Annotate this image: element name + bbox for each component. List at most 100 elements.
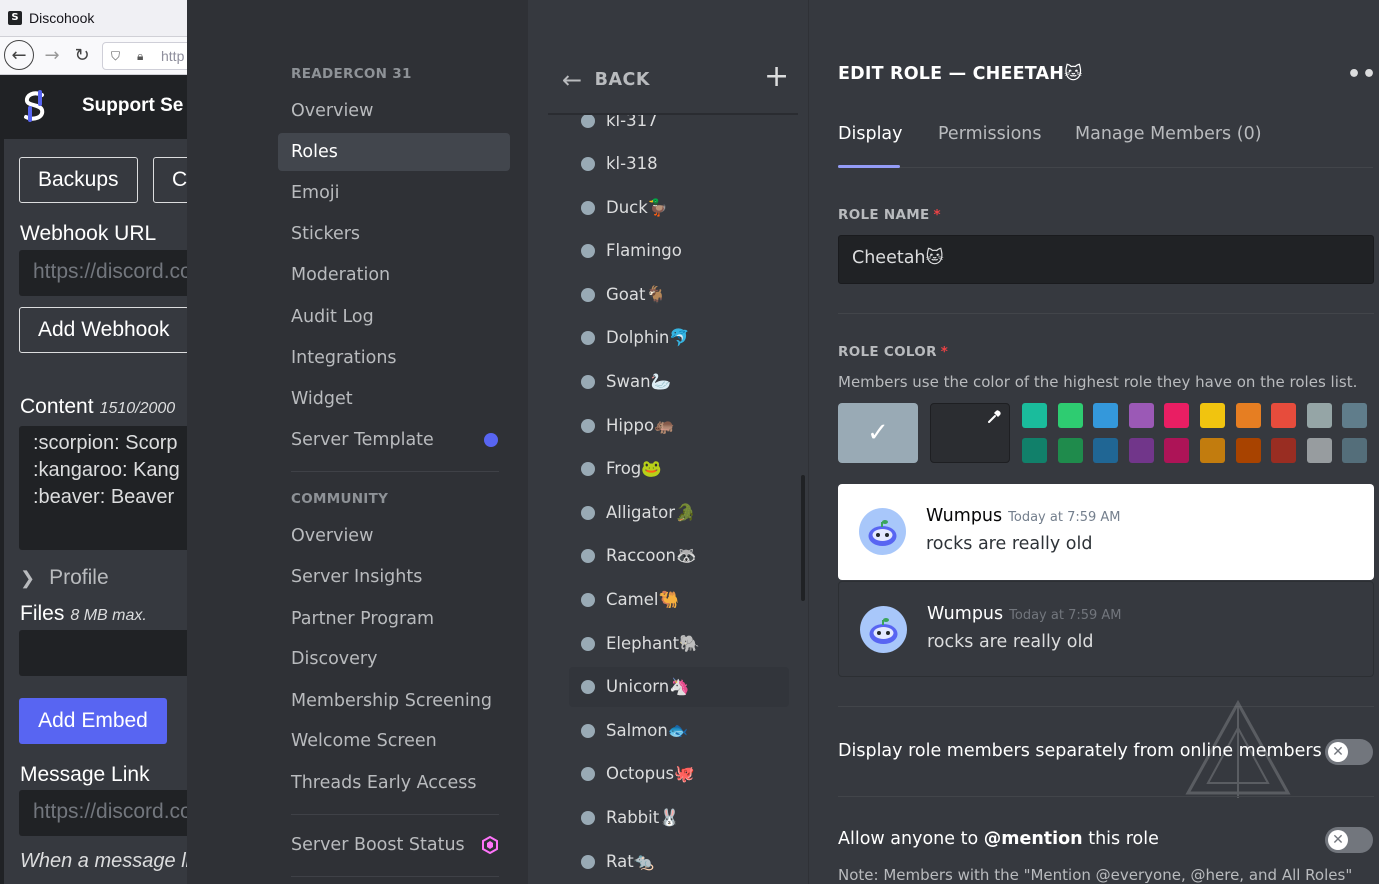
- sidebar-item-server-boost-status[interactable]: Server Boost Status: [278, 826, 510, 864]
- color-swatch[interactable]: [1271, 438, 1297, 463]
- role-color-dot: [581, 811, 595, 825]
- back-button[interactable]: ← BACK: [562, 66, 650, 94]
- hoist-setting-label: Display role members separately from onl…: [838, 741, 1322, 761]
- role-item[interactable]: Frog🐸: [569, 449, 789, 489]
- sidebar-item-discovery[interactable]: Discovery: [278, 640, 510, 678]
- color-swatch[interactable]: [1342, 438, 1368, 463]
- role-item[interactable]: Salmon🐟: [569, 711, 789, 751]
- role-name: Octopus🐙: [606, 764, 695, 784]
- color-swatch[interactable]: [1200, 438, 1225, 463]
- sidebar-item-server-insights[interactable]: Server Insights: [278, 558, 510, 596]
- role-item[interactable]: Camel🐫: [569, 580, 789, 620]
- custom-color-swatch[interactable]: [930, 403, 1010, 463]
- back-arrow-icon[interactable]: ←: [4, 40, 34, 70]
- sidebar-item-emoji[interactable]: Emoji: [278, 174, 510, 212]
- role-color-dot: [581, 549, 595, 564]
- role-item[interactable]: Goat🐐: [569, 275, 789, 315]
- sidebar-item-moderation[interactable]: Moderation: [278, 256, 510, 294]
- forward-arrow-icon[interactable]: →: [38, 41, 66, 69]
- back-arrow-icon: ←: [562, 66, 583, 94]
- role-item[interactable]: kl-318: [569, 144, 789, 184]
- role-item[interactable]: Octopus🐙: [569, 754, 789, 794]
- browser-tab-title[interactable]: Discohook: [29, 10, 94, 26]
- color-swatch[interactable]: [1306, 438, 1332, 463]
- role-item[interactable]: Flamingo: [569, 231, 789, 271]
- sidebar-item-audit-log[interactable]: Audit Log: [278, 298, 510, 336]
- tab-display[interactable]: Display: [838, 124, 903, 144]
- mention-suffix: this role: [1082, 829, 1159, 849]
- color-swatch[interactable]: [1093, 403, 1119, 428]
- sidebar-item-server-template[interactable]: Server Template: [278, 421, 510, 459]
- role-list-scroll[interactable]: kl-317 kl-318 Duck🦆 Flamingo Goat🐐 Dolphin🐬 S…: [528, 115, 809, 884]
- plus-icon[interactable]: +: [764, 60, 789, 94]
- clear-button[interactable]: C: [153, 157, 187, 203]
- hoist-toggle[interactable]: ✕: [1325, 739, 1373, 765]
- sidebar-item-widget[interactable]: Widget: [278, 380, 510, 418]
- backups-button[interactable]: Backups: [19, 157, 138, 203]
- add-webhook-button[interactable]: Add Webhook: [19, 307, 187, 353]
- color-swatch[interactable]: [1057, 403, 1083, 428]
- webhook-url-input[interactable]: https://discord.co: [19, 250, 187, 296]
- role-item[interactable]: Hippo🦛: [569, 406, 789, 446]
- role-color-dot: [581, 505, 595, 520]
- role-color-dot: [581, 723, 595, 738]
- screen: S Discohook ← → ↻ ⛉ 🔒︎ http Support Se B…: [0, 0, 1379, 884]
- role-item[interactable]: Rabbit🐰: [569, 798, 789, 838]
- sidebar-item-welcome-screen[interactable]: Welcome Screen: [278, 722, 510, 760]
- role-name: Dolphin🐬: [606, 328, 690, 348]
- sidebar-item-roles[interactable]: Roles: [278, 133, 510, 171]
- sidebar-item-partner-program[interactable]: Partner Program: [278, 600, 510, 638]
- sidebar-item-stickers[interactable]: Stickers: [278, 215, 510, 253]
- default-color-swatch[interactable]: ✓: [838, 403, 918, 463]
- mentionable-toggle[interactable]: ✕: [1325, 827, 1373, 853]
- role-color-dot: [581, 157, 595, 171]
- lock-icon[interactable]: 🔒︎: [137, 49, 143, 64]
- role-list-scrollbar-thumb[interactable]: [801, 475, 805, 601]
- color-swatch[interactable]: [1093, 438, 1119, 463]
- reload-icon[interactable]: ↻: [68, 41, 96, 69]
- color-swatch[interactable]: [1342, 403, 1368, 428]
- active-tab-indicator: [838, 165, 900, 168]
- role-item[interactable]: Alligator🐊: [569, 493, 789, 533]
- role-item[interactable]: Elephant🐘: [569, 624, 789, 664]
- color-swatch[interactable]: [1164, 438, 1190, 463]
- role-name-input[interactable]: Cheetah🐱: [838, 235, 1374, 284]
- sidebar-item-community-overview[interactable]: Overview: [278, 517, 510, 555]
- more-icon[interactable]: •••: [1347, 62, 1379, 87]
- role-item-partial[interactable]: kl-317: [569, 115, 789, 141]
- color-swatch[interactable]: [1235, 403, 1261, 428]
- color-swatch[interactable]: [1200, 403, 1225, 428]
- profile-toggle[interactable]: ❯ Profile: [20, 566, 109, 590]
- color-swatch[interactable]: [1271, 403, 1297, 428]
- color-swatch[interactable]: [1022, 438, 1047, 463]
- close-icon: ✕: [1328, 742, 1348, 762]
- content-textarea[interactable]: :scorpion: Scorp :kangaroo: Kang :beaver…: [19, 426, 187, 550]
- color-swatch[interactable]: [1128, 438, 1154, 463]
- role-name: Frog🐸: [606, 459, 662, 479]
- color-swatch[interactable]: [1057, 438, 1083, 463]
- add-embed-button[interactable]: Add Embed: [19, 698, 167, 744]
- files-input[interactable]: [19, 630, 187, 676]
- role-item[interactable]: Duck🦆: [569, 188, 789, 228]
- role-item[interactable]: Rat🐀: [569, 842, 789, 882]
- color-swatch[interactable]: [1235, 438, 1261, 463]
- color-swatch[interactable]: [1164, 403, 1190, 428]
- sidebar-item-membership-screening[interactable]: Membership Screening: [278, 682, 510, 720]
- url-bar[interactable]: ⛉ 🔒︎ http: [102, 42, 187, 70]
- sidebar-item-integrations[interactable]: Integrations: [278, 339, 510, 377]
- role-name: Unicorn🦄: [606, 677, 690, 697]
- sidebar-item-threads-early-access[interactable]: Threads Early Access: [278, 764, 510, 802]
- color-swatch[interactable]: [1128, 403, 1154, 428]
- section-divider: [838, 706, 1374, 707]
- role-item[interactable]: Raccoon🦝: [569, 536, 789, 576]
- color-swatch[interactable]: [1306, 403, 1332, 428]
- role-item[interactable]: Unicorn🦄: [569, 667, 789, 708]
- role-item[interactable]: Dolphin🐬: [569, 318, 789, 358]
- shield-icon[interactable]: ⛉: [111, 49, 120, 64]
- sidebar-item-overview[interactable]: Overview: [278, 92, 510, 130]
- color-swatch[interactable]: [1022, 403, 1047, 428]
- tab-manage-members[interactable]: Manage Members (0): [1075, 124, 1262, 144]
- message-link-input[interactable]: https://discord.co: [19, 790, 187, 836]
- role-item[interactable]: Swan🦢: [569, 362, 789, 402]
- tab-permissions[interactable]: Permissions: [938, 124, 1042, 144]
